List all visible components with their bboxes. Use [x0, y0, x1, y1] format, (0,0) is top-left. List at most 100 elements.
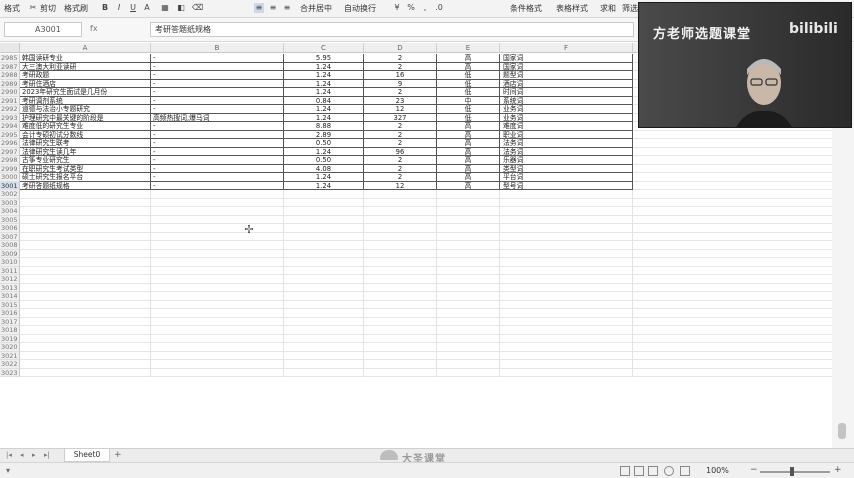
- cell-empty[interactable]: [364, 198, 437, 207]
- cell-empty[interactable]: [633, 249, 854, 258]
- cell-keyword[interactable]: 大三澳大利亚读研: [20, 62, 151, 71]
- cell-empty[interactable]: [437, 309, 500, 318]
- read-mode-icon[interactable]: [664, 466, 674, 476]
- sheet-tab-sheet0[interactable]: Sheet0: [64, 449, 110, 462]
- cell-empty[interactable]: [633, 309, 854, 318]
- cell-empty[interactable]: [437, 215, 500, 224]
- cell-empty[interactable]: [633, 275, 854, 284]
- row-number[interactable]: 3008: [0, 241, 20, 250]
- cell-empty[interactable]: [151, 283, 284, 292]
- name-box[interactable]: A3001: [4, 22, 82, 37]
- cell-empty[interactable]: [437, 249, 500, 258]
- cell-value[interactable]: 1.24: [284, 105, 364, 114]
- cell-level[interactable]: 低: [437, 88, 500, 97]
- cell-empty[interactable]: [633, 292, 854, 301]
- cell-empty[interactable]: [633, 139, 854, 148]
- cell-count[interactable]: 23: [364, 96, 437, 105]
- cell-empty[interactable]: [364, 300, 437, 309]
- cell-tag[interactable]: -: [151, 156, 284, 165]
- cell-level[interactable]: 高: [437, 181, 500, 190]
- cell-category[interactable]: 法务词: [500, 139, 633, 148]
- cell-keyword[interactable]: 考研住酒店: [20, 79, 151, 88]
- row-number[interactable]: 2998: [0, 156, 20, 165]
- column-header-c[interactable]: C: [284, 43, 364, 53]
- zoom-in-button[interactable]: +: [834, 465, 842, 475]
- row-number[interactable]: 3016: [0, 309, 20, 318]
- row-number[interactable]: 3004: [0, 207, 20, 216]
- row-number[interactable]: 3013: [0, 283, 20, 292]
- column-header-d[interactable]: D: [364, 43, 437, 53]
- cell-tag[interactable]: -: [151, 62, 284, 71]
- cell-level[interactable]: 低: [437, 105, 500, 114]
- cell-empty[interactable]: [284, 292, 364, 301]
- cell-tag[interactable]: -: [151, 79, 284, 88]
- cell-empty[interactable]: [364, 343, 437, 352]
- cell-keyword[interactable]: 古筝专业研究生: [20, 156, 151, 165]
- cell-empty[interactable]: [284, 309, 364, 318]
- cell-category[interactable]: 型号词: [500, 181, 633, 190]
- cell-count[interactable]: 327: [364, 113, 437, 122]
- select-all-corner[interactable]: [0, 43, 20, 53]
- cell-empty[interactable]: [633, 283, 854, 292]
- cell-empty[interactable]: [437, 224, 500, 233]
- cell-empty[interactable]: [151, 368, 284, 377]
- cell-empty[interactable]: [364, 368, 437, 377]
- cell-value[interactable]: 1.24: [284, 113, 364, 122]
- cell-empty[interactable]: [284, 351, 364, 360]
- cell-category[interactable]: 法务词: [500, 147, 633, 156]
- row-number[interactable]: 2985: [0, 54, 20, 63]
- cell-empty[interactable]: [151, 190, 284, 199]
- cell-empty[interactable]: [437, 241, 500, 250]
- row-number[interactable]: 3005: [0, 215, 20, 224]
- cell-empty[interactable]: [500, 351, 633, 360]
- cell-empty[interactable]: [284, 326, 364, 335]
- percent-icon[interactable]: %: [406, 3, 416, 13]
- cell-keyword[interactable]: 法律研究生联考: [20, 139, 151, 148]
- cell-empty[interactable]: [151, 351, 284, 360]
- cell-category[interactable]: 酒店词: [500, 79, 633, 88]
- row-number[interactable]: 3015: [0, 300, 20, 309]
- cell-empty[interactable]: [437, 275, 500, 284]
- cell-empty[interactable]: [20, 207, 151, 216]
- cell-empty[interactable]: [633, 241, 854, 250]
- cell-empty[interactable]: [151, 258, 284, 267]
- cell-value[interactable]: 1.24: [284, 173, 364, 182]
- cell-empty[interactable]: [500, 368, 633, 377]
- cell-category[interactable]: 系统词: [500, 96, 633, 105]
- cell-tag[interactable]: -: [151, 164, 284, 173]
- cell-category[interactable]: 题型词: [500, 71, 633, 80]
- cell-empty[interactable]: [500, 241, 633, 250]
- cell-level[interactable]: 高: [437, 54, 500, 63]
- cell-count[interactable]: 96: [364, 147, 437, 156]
- cell-value[interactable]: 2.89: [284, 130, 364, 139]
- cell-category[interactable]: 类型词: [500, 164, 633, 173]
- column-header-f[interactable]: F: [500, 43, 633, 53]
- cell-empty[interactable]: [500, 360, 633, 369]
- row-number[interactable]: 2989: [0, 79, 20, 88]
- cell-empty[interactable]: [284, 317, 364, 326]
- cell-keyword[interactable]: 硕士研究生报名平台: [20, 173, 151, 182]
- font-color-icon[interactable]: A: [142, 3, 152, 13]
- cell-level[interactable]: 中: [437, 96, 500, 105]
- cell-empty[interactable]: [500, 343, 633, 352]
- cell-empty[interactable]: [437, 300, 500, 309]
- cell-empty[interactable]: [284, 275, 364, 284]
- cell-empty[interactable]: [284, 207, 364, 216]
- row-number[interactable]: 3006: [0, 224, 20, 233]
- row-number[interactable]: 2997: [0, 147, 20, 156]
- cell-empty[interactable]: [20, 309, 151, 318]
- cell-empty[interactable]: [284, 343, 364, 352]
- fill-icon[interactable]: ◧: [176, 3, 186, 13]
- cell-empty[interactable]: [437, 351, 500, 360]
- cell-empty[interactable]: [633, 300, 854, 309]
- ribbon-cut-label[interactable]: 剪切: [40, 3, 56, 14]
- cell-empty[interactable]: [20, 317, 151, 326]
- cell-count[interactable]: 2: [364, 156, 437, 165]
- conditional-format-button[interactable]: 条件格式: [510, 3, 542, 14]
- cell-category[interactable]: 职业词: [500, 130, 633, 139]
- cell-level[interactable]: 高: [437, 147, 500, 156]
- cell-keyword[interactable]: 考研调剂系统: [20, 96, 151, 105]
- cell-category[interactable]: 时间词: [500, 88, 633, 97]
- underline-icon[interactable]: U: [128, 3, 138, 13]
- cell-empty[interactable]: [284, 249, 364, 258]
